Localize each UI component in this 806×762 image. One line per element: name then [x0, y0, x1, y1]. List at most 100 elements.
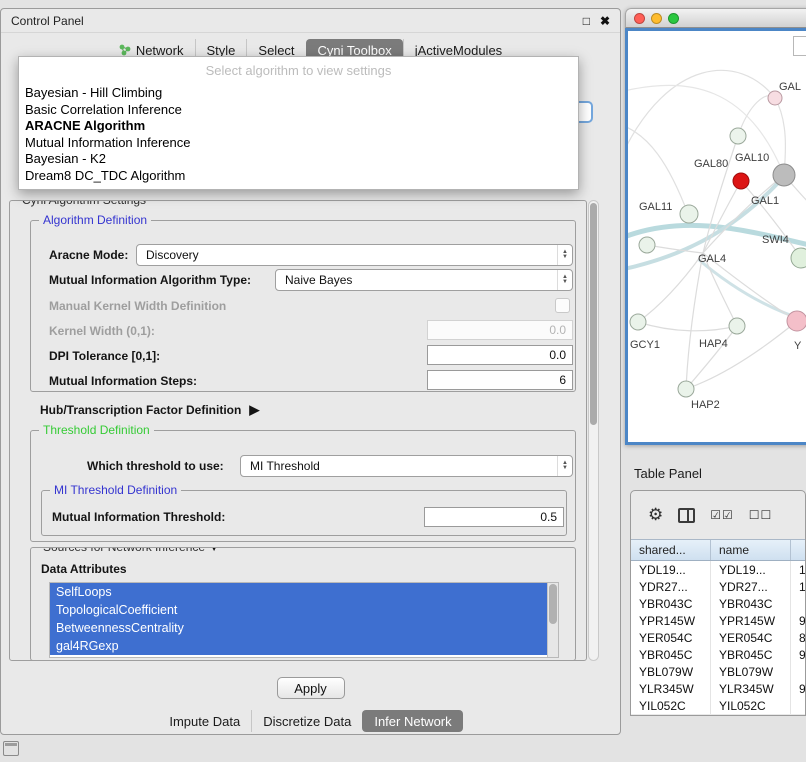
data-attributes-list: SelfLoopsTopologicalCoefficientBetweenne…	[49, 582, 559, 658]
attribute-list-item[interactable]: SelfLoops	[50, 583, 547, 601]
network-node[interactable]	[680, 205, 698, 223]
table-cell: YIL052C	[631, 697, 711, 714]
minimize-traffic-icon[interactable]	[651, 13, 662, 24]
network-node[interactable]	[773, 164, 795, 186]
network-canvas[interactable]: GALGAL80GAL10GAL11GAL1SWI4GAL4GCY1HAP4YH…	[625, 28, 806, 445]
algorithm-option[interactable]: Dream8 DC_TDC Algorithm	[19, 168, 578, 185]
control-panel-title: Control Panel	[11, 14, 84, 28]
algorithm-definition-group: Algorithm Definition Aracne Mode: Discov…	[30, 220, 576, 392]
kernel-width-label: Kernel Width (0,1):	[49, 324, 155, 338]
table-cell: YDR27...	[631, 578, 711, 595]
aracne-mode-label: Aracne Mode:	[49, 248, 128, 262]
kernel-width-input[interactable]: 0.0	[427, 320, 573, 340]
sources-title-text: Sources for Network Inference	[43, 547, 205, 554]
close-icon[interactable]: ✖	[600, 14, 610, 28]
attribute-list-item[interactable]: BetweennessCentrality	[50, 619, 547, 637]
table-cell: YDL19...	[711, 561, 791, 578]
apply-button[interactable]: Apply	[277, 677, 345, 699]
network-node[interactable]	[791, 248, 806, 268]
float-window-icon[interactable]: □	[583, 14, 590, 28]
table-row[interactable]: YBR043CYBR043C	[631, 595, 805, 612]
sources-group: Sources for Network Inference ▼ Data Attr…	[30, 547, 576, 661]
algorithm-dropdown: Select algorithm to view settings Bayesi…	[18, 56, 579, 190]
node-label: HAP2	[691, 399, 720, 411]
table-cell: YDL19...	[631, 561, 711, 578]
tab-label: Impute Data	[169, 714, 240, 729]
table-row[interactable]: YBL079WYBL079W	[631, 663, 805, 680]
gear-icon[interactable]: ⚙	[648, 505, 663, 525]
hub-definition-toggle[interactable]: Hub/Transcription Factor Definition ▶	[40, 402, 259, 418]
network-edge	[703, 136, 738, 253]
aracne-mode-combobox[interactable]: Discovery ▲▼	[136, 244, 573, 266]
table-cell: 13	[791, 561, 805, 578]
network-node[interactable]	[787, 311, 806, 331]
network-node[interactable]	[630, 314, 646, 330]
table-row[interactable]: YDR27...YDR27...12	[631, 578, 805, 595]
dpi-tolerance-input[interactable]: 0.0	[427, 345, 573, 365]
column-header[interactable]: name	[711, 540, 791, 560]
table-cell: YBL079W	[711, 663, 791, 680]
table-row[interactable]: YLR345WYLR345W9.	[631, 680, 805, 697]
tab-infer-network[interactable]: Infer Network	[362, 710, 462, 732]
table-cell: YPR145W	[631, 612, 711, 629]
column-header[interactable]	[791, 540, 805, 560]
network-node[interactable]	[678, 381, 694, 397]
table-row[interactable]: YIL052CYIL052C	[631, 697, 805, 714]
network-node[interactable]	[730, 128, 746, 144]
algorithm-option[interactable]: Mutual Information Inference	[19, 135, 578, 152]
column-header[interactable]: shared...	[631, 540, 711, 560]
table-row[interactable]: YER054CYER054C8.	[631, 629, 805, 646]
algorithm-option[interactable]: Bayesian - K2	[19, 151, 578, 168]
manual-kernel-width-checkbox[interactable]	[555, 298, 570, 313]
network-window-titlebar[interactable]	[625, 8, 806, 28]
deselect-all-icon[interactable]: ☐☐	[749, 508, 773, 522]
attribute-list-item[interactable]: gal4RGexp	[50, 637, 547, 655]
algorithm-option[interactable]: Basic Correlation Inference	[19, 102, 578, 119]
mi-algorithm-type-combobox[interactable]: Naive Bayes ▲▼	[275, 269, 573, 291]
mi-threshold-input[interactable]: 0.5	[424, 507, 564, 527]
select-all-icon[interactable]: ☑☑	[710, 508, 734, 522]
network-node[interactable]	[733, 173, 749, 189]
network-edge	[628, 70, 775, 151]
settings-scrollbar[interactable]	[588, 200, 599, 661]
table-row[interactable]: YBR045CYBR045C9.	[631, 646, 805, 663]
node-label: GAL80	[694, 158, 728, 170]
bottom-tabbar: Impute Data Discretize Data Infer Network	[1, 710, 620, 732]
table-row[interactable]: YPR145WYPR145W9.	[631, 612, 805, 629]
table-cell: 12	[791, 578, 805, 595]
tab-impute-data[interactable]: Impute Data	[158, 710, 251, 732]
hub-definition-label: Hub/Transcription Factor Definition	[40, 403, 241, 417]
attribute-list-item[interactable]: TopologicalCoefficient	[50, 601, 547, 619]
table-row[interactable]: YDL19...YDL19...13	[631, 561, 805, 578]
algorithm-option[interactable]: Bayesian - Hill Climbing	[19, 85, 578, 102]
network-node[interactable]	[768, 91, 782, 105]
table-panel-window: ⚙ ☑☑ ☐☐ shared...name YDL19...YDL19...13…	[630, 490, 806, 716]
control-panel-titlebar: Control Panel □ ✖	[1, 9, 620, 33]
data-attributes-label: Data Attributes	[41, 562, 127, 576]
which-threshold-combobox[interactable]: MI Threshold ▲▼	[240, 455, 573, 477]
network-view-window: GALGAL80GAL10GAL11GAL1SWI4GAL4GCY1HAP4YH…	[625, 8, 806, 445]
network-edge	[775, 98, 785, 175]
which-threshold-label: Which threshold to use:	[87, 459, 224, 473]
table-cell	[791, 663, 805, 680]
combo-arrows-icon: ▲▼	[557, 270, 572, 290]
zoom-traffic-icon[interactable]	[668, 13, 679, 24]
tab-label: Discretize Data	[263, 714, 351, 729]
list-scrollbar[interactable]	[547, 583, 558, 657]
collapse-arrow-icon: ▼	[209, 547, 219, 554]
network-scroll-corner	[793, 36, 806, 56]
sources-title[interactable]: Sources for Network Inference ▼	[39, 547, 223, 554]
desktop: Control Panel □ ✖ NetworkStyleSelectCyni…	[0, 0, 806, 762]
cyni-algorithm-settings-group: Cyni Algorithm Settings Algorithm Defini…	[9, 200, 587, 661]
tab-discretize-data[interactable]: Discretize Data	[251, 710, 362, 732]
network-icon	[119, 44, 131, 56]
close-traffic-icon[interactable]	[634, 13, 645, 24]
table-toolbar: ⚙ ☑☑ ☐☐	[631, 491, 805, 539]
columns-icon[interactable]	[678, 508, 695, 523]
docked-panel-icon[interactable]	[3, 741, 19, 756]
algorithm-option[interactable]: ARACNE Algorithm	[19, 118, 578, 135]
network-node[interactable]	[729, 318, 745, 334]
mi-steps-input[interactable]: 6	[427, 370, 573, 390]
mi-algorithm-type-value: Naive Bayes	[285, 273, 352, 287]
network-node[interactable]	[639, 237, 655, 253]
